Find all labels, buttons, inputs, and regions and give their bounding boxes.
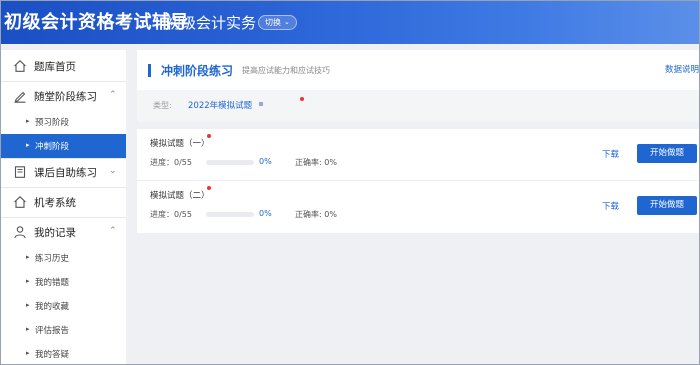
home-icon (14, 60, 26, 72)
sidebar-item-self-practice[interactable]: 课后自助练习 ⌄ (1, 158, 126, 186)
caret-icon: ▸ (26, 349, 30, 357)
exam-row: 模拟试题（一） 进度：0/55 0% 正确率: 0% 下载 开始做题 (137, 129, 700, 181)
book-icon (14, 166, 26, 178)
new-badge-dot (207, 134, 211, 138)
progress-label: 进度：0/55 (150, 210, 192, 219)
sidebar-subitem-label: 冲刺阶段 (35, 142, 70, 152)
download-link[interactable]: 下载 (602, 200, 619, 212)
home-icon (14, 196, 26, 208)
switch-button[interactable]: 切换 ⌄ (258, 15, 297, 30)
sidebar-item-label: 随堂阶段练习 (34, 91, 97, 103)
sidebar-subitem-label: 我的错题 (35, 278, 70, 288)
sidebar-subitem-mistakes[interactable]: ▸ 我的错题 (1, 270, 126, 294)
sidebar-item-label: 我的记录 (34, 227, 76, 239)
start-exam-button[interactable]: 开始做题 (637, 144, 697, 163)
new-badge-dot (207, 186, 211, 190)
square-marker-icon (259, 102, 263, 106)
caret-icon: ▸ (26, 325, 30, 333)
caret-icon: ▸ (26, 253, 30, 261)
sidebar-subitem-history[interactable]: ▸ 练习历史 (1, 246, 126, 270)
new-badge-dot (300, 97, 304, 101)
accuracy-label: 正确率: 0% (295, 210, 337, 219)
progress-percent: 0% (259, 157, 272, 166)
switch-label: 切换 (265, 18, 281, 27)
progress-bar (206, 160, 254, 165)
top-banner: 初级会计资格考试辅导 初级会计实务 切换 ⌄ (0, 0, 700, 44)
pen-icon (14, 91, 26, 103)
subject-title: 初级会计实务 (166, 14, 257, 32)
sidebar: 题库首页 随堂阶段练习 ⌃ ▸ 预习阶段 ▸ 冲刺阶段 课后自助练习 ⌄ 机考系… (1, 50, 126, 365)
progress-bar (206, 212, 254, 217)
sidebar-subitem-label: 练习历史 (35, 254, 70, 264)
progress-percent: 0% (259, 209, 272, 218)
sidebar-subitem-preview[interactable]: ▸ 预习阶段 (1, 110, 126, 134)
brand-title: 初级会计资格考试辅导 (4, 12, 189, 33)
caret-icon: ▸ (26, 141, 30, 149)
user-icon (14, 226, 26, 239)
chevron-down-icon: ⌄ (284, 18, 290, 26)
sidebar-subitem-label: 我的收藏 (35, 302, 70, 312)
sidebar-subitem-qa[interactable]: ▸ 我的答疑 (1, 342, 126, 365)
progress-label: 进度：0/55 (150, 158, 192, 167)
sidebar-item-label: 题库首页 (34, 61, 76, 73)
caret-icon: ▸ (26, 277, 30, 285)
sidebar-subitem-favorites[interactable]: ▸ 我的收藏 (1, 294, 126, 318)
exam-list: 模拟试题（一） 进度：0/55 0% 正确率: 0% 下载 开始做题 模拟试题（… (137, 129, 700, 233)
sidebar-item-stage-practice[interactable]: 随堂阶段练习 ⌃ (1, 82, 126, 110)
filter-bar: 类型: 2022年模拟试题 (137, 90, 700, 122)
sidebar-subitem-label: 评估报告 (35, 326, 70, 336)
sidebar-item-my-records[interactable]: 我的记录 ⌃ (1, 218, 126, 246)
type-filter-option[interactable]: 2022年模拟试题 (188, 99, 252, 111)
page-title: 冲刺阶段练习 (161, 64, 234, 78)
title-accent-bar (148, 64, 151, 77)
exam-name: 模拟试题（二） (150, 191, 210, 201)
chevron-down-icon: ⌄ (109, 166, 117, 176)
chevron-up-icon: ⌃ (109, 90, 117, 100)
page-header: 冲刺阶段练习 提高应试能力和应试技巧 数据说明 类型: 2022年模拟试题 (137, 50, 700, 122)
sidebar-subitem-sprint[interactable]: ▸ 冲刺阶段 (1, 134, 126, 158)
data-help-link[interactable]: 数据说明 (665, 63, 699, 75)
chevron-up-icon: ⌃ (109, 226, 117, 236)
page-subtitle: 提高应试能力和应试技巧 (242, 66, 330, 75)
type-label: 类型: (153, 101, 172, 110)
exam-name: 模拟试题（一） (150, 139, 210, 149)
start-exam-button[interactable]: 开始做题 (637, 196, 697, 215)
caret-icon: ▸ (26, 117, 30, 125)
exam-row: 模拟试题（二） 进度：0/55 0% 正确率: 0% 下载 开始做题 (137, 181, 700, 232)
sidebar-subitem-label: 预习阶段 (35, 118, 70, 128)
sidebar-subitem-report[interactable]: ▸ 评估报告 (1, 318, 126, 342)
sidebar-subitem-label: 我的答疑 (35, 350, 70, 360)
caret-icon: ▸ (26, 301, 30, 309)
download-link[interactable]: 下载 (602, 148, 619, 160)
sidebar-item-label: 课后自助练习 (34, 167, 97, 179)
sidebar-item-label: 机考系统 (34, 197, 76, 209)
sidebar-item-exam-system[interactable]: 机考系统 (1, 188, 126, 216)
sidebar-item-home[interactable]: 题库首页 (1, 52, 126, 80)
accuracy-label: 正确率: 0% (295, 158, 337, 167)
